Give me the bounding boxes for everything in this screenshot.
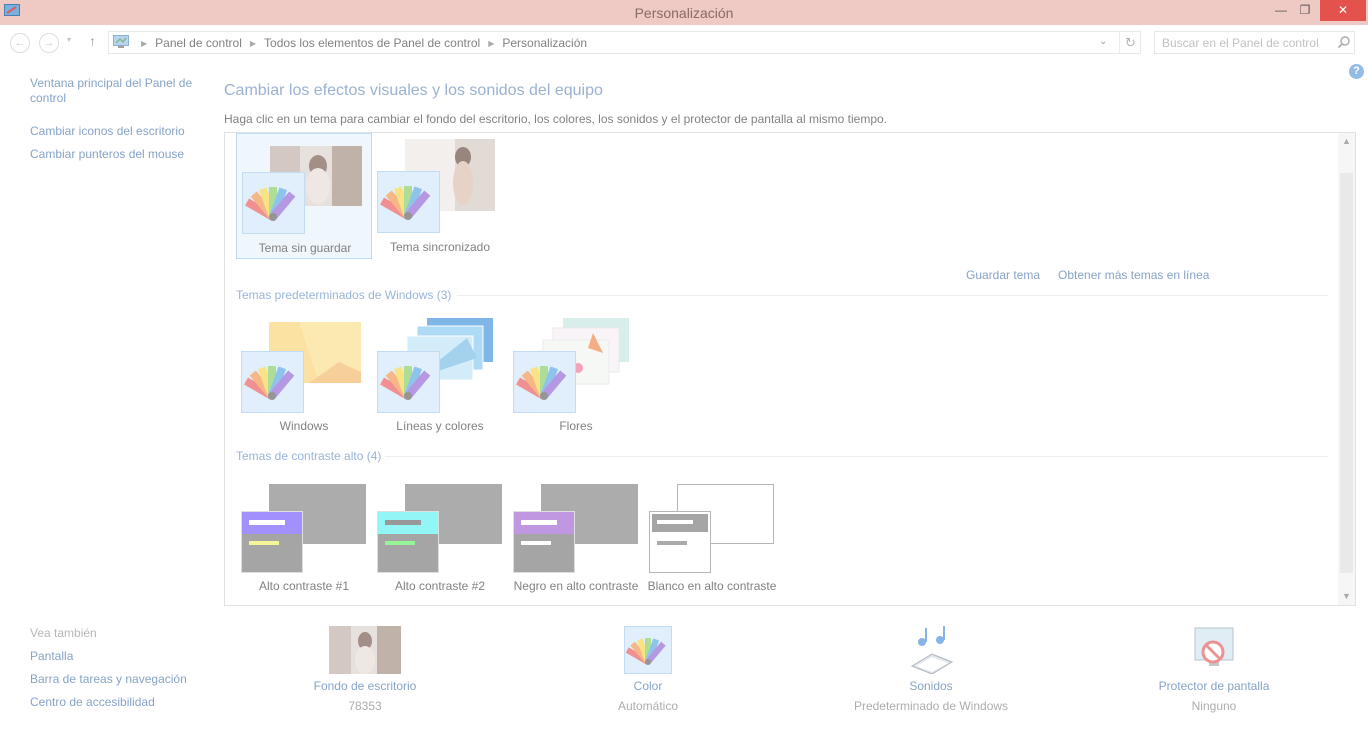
- up-button[interactable]: ↑: [89, 33, 96, 49]
- breadcrumb-all-items[interactable]: Todos los elementos de Panel de control: [264, 36, 480, 50]
- sounds-label[interactable]: Sonidos: [816, 679, 1046, 693]
- section-divider: [385, 456, 1328, 457]
- color-palette-icon: [377, 351, 440, 413]
- contrast-window-front: [241, 511, 303, 573]
- scrollbar-thumb[interactable]: [1340, 173, 1353, 573]
- wallpaper-thumbnail-icon: [329, 626, 401, 674]
- recent-locations-icon[interactable]: ▾: [67, 35, 71, 44]
- sidebar-link-desktop-icons[interactable]: Cambiar iconos del escritorio: [30, 124, 200, 139]
- color-palette-icon: [624, 626, 672, 674]
- contrast-window-front: [377, 511, 439, 573]
- theme-label: Alto contraste #2: [394, 579, 486, 593]
- contrast-window-front: [513, 511, 575, 573]
- themes-scrollbar[interactable]: ▲ ▼: [1338, 133, 1355, 605]
- theme-tile-high-contrast-1[interactable]: Alto contraste #1: [236, 473, 372, 599]
- search-box[interactable]: [1154, 31, 1355, 54]
- address-box[interactable]: ▶ Panel de control ▶ Todos los elementos…: [108, 31, 1141, 54]
- refresh-button[interactable]: ↻: [1119, 32, 1141, 53]
- theme-tile-high-contrast-2[interactable]: Alto contraste #2: [372, 473, 508, 599]
- search-input[interactable]: [1155, 32, 1330, 53]
- section-divider: [457, 295, 1328, 296]
- search-icon[interactable]: [1337, 35, 1351, 49]
- sidebar-link-mouse-pointers[interactable]: Cambiar punteros del mouse: [30, 147, 200, 162]
- scroll-down-icon[interactable]: ▼: [1338, 588, 1355, 605]
- breadcrumb-separator-icon[interactable]: ▶: [250, 39, 256, 48]
- theme-label: Windows: [279, 419, 329, 433]
- sounds-value: Predeterminado de Windows: [853, 699, 1009, 713]
- see-also-heading: Vea también: [30, 626, 97, 640]
- scroll-up-icon[interactable]: ▲: [1338, 133, 1355, 150]
- breadcrumb: ▶ Panel de control ▶ Todos los elementos…: [133, 36, 587, 50]
- default-themes-heading[interactable]: Temas predeterminados de Windows (3): [236, 288, 451, 302]
- chevron-down-icon[interactable]: ⌄: [1099, 36, 1107, 47]
- screen-saver-value: Ninguno: [1191, 699, 1237, 713]
- theme-label: Líneas y colores: [396, 419, 484, 433]
- theme-label: Blanco en alto contraste: [647, 579, 777, 593]
- theme-tile-lines-and-colors[interactable]: Líneas y colores: [372, 313, 508, 439]
- save-theme-link[interactable]: Guardar tema: [966, 268, 1040, 282]
- back-button[interactable]: ←: [10, 33, 30, 53]
- help-icon[interactable]: ?: [1349, 64, 1364, 79]
- high-contrast-heading[interactable]: Temas de contraste alto (4): [236, 449, 381, 463]
- theme-label: Tema sin guardar: [258, 241, 352, 255]
- theme-tile-windows[interactable]: Windows: [236, 313, 372, 439]
- page-title: Cambiar los efectos visuales y los sonid…: [224, 82, 603, 99]
- page-description: Haga clic en un tema para cambiar el fon…: [224, 112, 887, 126]
- desktop-background-label[interactable]: Fondo de escritorio: [250, 679, 480, 693]
- sidebar-link-control-panel-home[interactable]: Ventana principal del Panel de control: [30, 76, 200, 106]
- theme-tile-synced[interactable]: Tema sincronizado: [372, 133, 508, 259]
- color-palette-icon: [241, 351, 304, 413]
- theme-tile-unsaved[interactable]: Tema sin guardar: [236, 133, 372, 259]
- screen-saver-label[interactable]: Protector de pantalla: [1099, 679, 1329, 693]
- theme-label: Alto contraste #1: [258, 579, 350, 593]
- color-label[interactable]: Color: [533, 679, 763, 693]
- theme-tile-high-contrast-black[interactable]: Negro en alto contraste: [508, 473, 644, 599]
- breadcrumb-control-panel[interactable]: Panel de control: [155, 36, 242, 50]
- theme-label: Tema sincronizado: [389, 240, 491, 254]
- color-palette-icon: [377, 171, 440, 233]
- theme-tile-flowers[interactable]: Flores: [508, 313, 644, 439]
- sounds-icon: [910, 626, 954, 674]
- breadcrumb-separator-icon: ▶: [141, 38, 148, 48]
- themes-list: Tema sin guardar Tema sincronizado Guard…: [224, 132, 1356, 606]
- maximize-button[interactable]: ❐: [1291, 0, 1319, 21]
- theme-tile-high-contrast-white[interactable]: Blanco en alto contraste: [644, 473, 780, 599]
- window-title: Personalización: [634, 5, 734, 21]
- see-also-taskbar[interactable]: Barra de tareas y navegación: [30, 672, 200, 687]
- title-bar: Personalización — ❐ ✕: [0, 0, 1368, 25]
- breadcrumb-personalization[interactable]: Personalización: [502, 36, 587, 50]
- theme-label: Flores: [559, 419, 593, 433]
- color-value: Automático: [617, 699, 679, 713]
- theme-label: Negro en alto contraste: [513, 579, 639, 593]
- forward-button[interactable]: →: [39, 33, 59, 53]
- color-palette-icon: [242, 172, 305, 234]
- see-also-display[interactable]: Pantalla: [30, 649, 200, 664]
- desktop-background-value: 78353: [348, 699, 382, 713]
- see-also-accessibility[interactable]: Centro de accesibilidad: [30, 695, 200, 710]
- color-palette-icon: [513, 351, 576, 413]
- more-themes-online-link[interactable]: Obtener más temas en línea: [1058, 268, 1209, 282]
- address-toolbar: ← → ▾ ↑ ▶ Panel de control ▶ Todos los e…: [0, 25, 1368, 59]
- screen-saver-icon: [1194, 627, 1234, 666]
- contrast-window-front: [649, 511, 711, 573]
- breadcrumb-separator-icon[interactable]: ▶: [488, 39, 494, 48]
- control-panel-icon: [113, 35, 129, 48]
- close-button[interactable]: ✕: [1320, 0, 1366, 21]
